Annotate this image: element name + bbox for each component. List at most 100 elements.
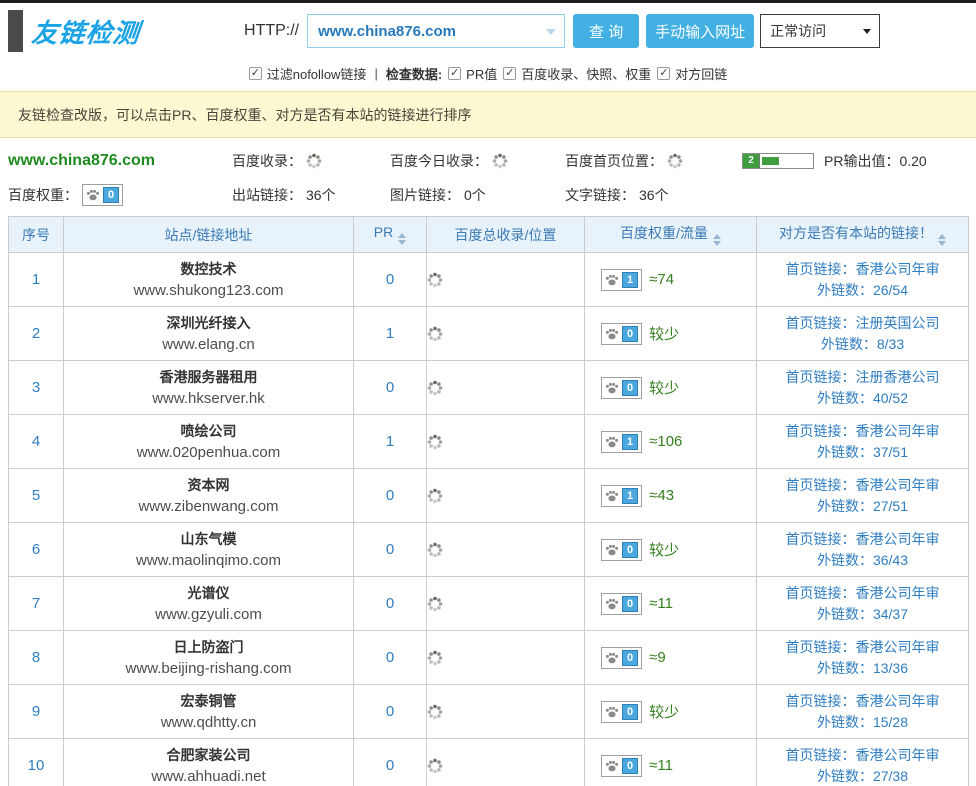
- loading-spinner-icon: [427, 326, 584, 342]
- pr-output-label: PR输出值：: [824, 153, 899, 169]
- site-cell: 香港服务器租用 www.hkserver.hk: [64, 361, 354, 415]
- baidu-index-cell: [427, 577, 585, 631]
- site-cell: 日上防盗门 www.beijing-rishang.com: [64, 631, 354, 685]
- baidu-weight-badge: 0: [601, 647, 642, 669]
- homepage-link[interactable]: 首页链接：香港公司年审: [757, 421, 968, 442]
- image-links-value: 0个: [464, 185, 486, 205]
- app-logo: 友链检测: [8, 10, 140, 52]
- homepage-link[interactable]: 首页链接：注册英国公司: [757, 313, 968, 334]
- check-data-label: 检查数据:: [386, 64, 442, 83]
- weight-cell: 1 ≈74: [585, 253, 757, 307]
- manual-input-button[interactable]: 手动输入网址: [646, 14, 754, 48]
- baidu-paw-icon: [605, 274, 619, 286]
- baidu-home-pos-label: 百度首页位置：: [565, 151, 663, 171]
- row-index: 2: [9, 307, 64, 361]
- baidu-paw-icon: [605, 544, 619, 556]
- filter-row: 过滤nofollow链接 | 检查数据: PR值 百度收录、快照、权重 对方回链: [0, 59, 976, 87]
- pr-cell: 0: [354, 253, 427, 307]
- baidu-included-label: 百度收录：: [232, 151, 302, 171]
- pr-cell: 0: [354, 739, 427, 786]
- outlink-count[interactable]: 外链数：8/33: [757, 334, 968, 355]
- baidu-weight-badge: 1: [601, 485, 642, 507]
- weight-number: 1: [622, 488, 638, 504]
- outlink-count[interactable]: 外链数：26/54: [757, 280, 968, 301]
- homepage-link[interactable]: 首页链接：香港公司年审: [757, 637, 968, 658]
- baidu-index-cell: [427, 253, 585, 307]
- baidu-checkbox[interactable]: [503, 67, 516, 80]
- sort-arrows-icon: [713, 234, 721, 246]
- baidu-weight-badge: 1: [601, 269, 642, 291]
- traffic-estimate: ≈43: [649, 487, 674, 504]
- backlink-cell: 首页链接：香港公司年审 外链数：37/51: [757, 415, 969, 469]
- outbound-item: 出站链接： 36个: [232, 185, 390, 205]
- traffic-estimate: 较少: [649, 539, 679, 560]
- homepage-link[interactable]: 首页链接：香港公司年审: [757, 691, 968, 712]
- outlink-count[interactable]: 外链数：36/43: [757, 550, 968, 571]
- weight-cell: 0 ≈11: [585, 739, 757, 786]
- table-row: 9 宏泰铜管 www.qdhtty.cn 0 0 较少 首页链接：香港公司年审 …: [9, 685, 969, 739]
- outlink-count[interactable]: 外链数：34/37: [757, 604, 968, 625]
- baidu-weight-badge: 0: [82, 184, 123, 206]
- text-links-item: 文字链接： 36个: [565, 185, 742, 205]
- header-weight-sort[interactable]: 百度权重/流量: [585, 217, 757, 253]
- baidu-weight-badge: 0: [601, 593, 642, 615]
- url-combo: [307, 14, 565, 48]
- outlink-count[interactable]: 外链数：40/52: [757, 388, 968, 409]
- query-button[interactable]: 查 询: [573, 14, 639, 48]
- traffic-estimate: ≈74: [649, 271, 674, 288]
- table-row: 5 资本网 www.zibenwang.com 0 1 ≈43 首页链接：香港公…: [9, 469, 969, 523]
- site-cell: 山东气模 www.maolinqimo.com: [64, 523, 354, 577]
- site-name: 资本网: [64, 475, 353, 496]
- pr-cell: 0: [354, 685, 427, 739]
- header-baidu-index: 百度总收录/位置: [427, 217, 585, 253]
- pr-cell: 0: [354, 361, 427, 415]
- baidu-paw-icon: [605, 490, 619, 502]
- row-index: 1: [9, 253, 64, 307]
- row-index: 8: [9, 631, 64, 685]
- backlink-checkbox[interactable]: [657, 67, 670, 80]
- outlink-count[interactable]: 外链数：27/51: [757, 496, 968, 517]
- row-index: 4: [9, 415, 64, 469]
- weight-cell: 0 ≈9: [585, 631, 757, 685]
- outlink-count[interactable]: 外链数：27/38: [757, 766, 968, 786]
- homepage-link[interactable]: 首页链接：香港公司年审: [757, 583, 968, 604]
- traffic-estimate: ≈9: [649, 649, 666, 666]
- site-url: www.020penhua.com: [64, 442, 353, 463]
- nofollow-checkbox[interactable]: [249, 67, 262, 80]
- baidu-weight-number: 0: [103, 187, 119, 203]
- header-backlink-sort[interactable]: 对方是否有本站的链接！: [757, 217, 969, 253]
- pr-cell: 0: [354, 523, 427, 577]
- site-url: www.beijing-rishang.com: [64, 658, 353, 679]
- pr-cell: 1: [354, 415, 427, 469]
- baidu-index-cell: [427, 523, 585, 577]
- top-bar: 友链检测 HTTP:// 查 询 手动输入网址 正常访问: [0, 3, 976, 59]
- traffic-estimate: 较少: [649, 701, 679, 722]
- homepage-link[interactable]: 首页链接：香港公司年审: [757, 259, 968, 280]
- access-mode-select[interactable]: 正常访问: [760, 14, 880, 48]
- homepage-link[interactable]: 首页链接：香港公司年审: [757, 475, 968, 496]
- weight-cell: 0 较少: [585, 361, 757, 415]
- outlink-count[interactable]: 外链数：37/51: [757, 442, 968, 463]
- outlink-count[interactable]: 外链数：13/36: [757, 658, 968, 679]
- homepage-link[interactable]: 首页链接：注册香港公司: [757, 367, 968, 388]
- pr-checkbox[interactable]: [448, 67, 461, 80]
- weight-cell: 1 ≈43: [585, 469, 757, 523]
- image-links-label: 图片链接：: [390, 185, 460, 205]
- site-name: 山东气模: [64, 529, 353, 550]
- loading-spinner-icon: [427, 704, 584, 720]
- pr-meter-track: [760, 154, 813, 168]
- site-name: 数控技术: [64, 259, 353, 280]
- loading-spinner-icon: [427, 596, 584, 612]
- header-pr-sort[interactable]: PR: [354, 217, 427, 253]
- homepage-link[interactable]: 首页链接：香港公司年审: [757, 745, 968, 766]
- site-url: www.zibenwang.com: [64, 496, 353, 517]
- site-cell: 数控技术 www.shukong123.com: [64, 253, 354, 307]
- homepage-link[interactable]: 首页链接：香港公司年审: [757, 529, 968, 550]
- row-index: 9: [9, 685, 64, 739]
- outlink-count[interactable]: 外链数：15/28: [757, 712, 968, 733]
- site-url: www.ahhuadi.net: [64, 766, 353, 786]
- row-index: 7: [9, 577, 64, 631]
- dropdown-caret-icon[interactable]: [546, 29, 556, 35]
- site-cell: 合肥家装公司 www.ahhuadi.net: [64, 739, 354, 786]
- url-input[interactable]: [307, 14, 565, 48]
